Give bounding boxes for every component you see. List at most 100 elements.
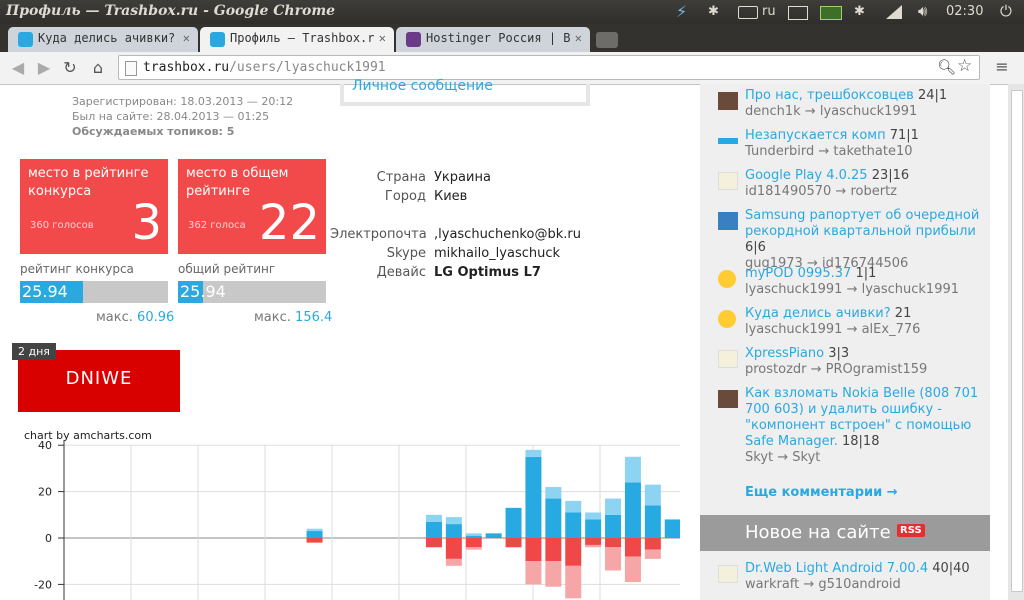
avatar-icon: [718, 390, 738, 408]
tab-strip: Куда делись ачивки? ✕ Профиль — Trashbox…: [0, 24, 1024, 52]
app-icon: [718, 172, 738, 190]
battery-icon[interactable]: [820, 6, 842, 20]
bar-positive: [565, 512, 582, 538]
skype-value: mikhailo_lyaschuck: [434, 246, 561, 261]
bar-positive-light: [525, 449, 542, 457]
reload-icon[interactable]: ↻: [60, 58, 80, 77]
bluetooth-icon[interactable]: ✱: [708, 4, 719, 19]
search-icon[interactable]: 🔍︎: [937, 58, 956, 76]
volume-icon[interactable]: 🔊︎: [918, 2, 927, 20]
new-item-title: Dr.Web Light Android 7.00.4 40|40 warkraf…: [745, 561, 985, 593]
browser-toolbar: ◀ ▶ ↻ ⌂ trashbox.ru/users/lyaschuck1991 …: [0, 52, 1024, 85]
language-indicator[interactable]: ru: [762, 4, 776, 19]
bar-positive: [525, 456, 542, 538]
topics-count: Обсуждаемых топиков: 5: [72, 125, 235, 138]
trashbox-icon: [210, 32, 225, 47]
comment-meta: dench1k → lyaschuck1991: [745, 104, 918, 119]
contest-rating-card: место в рейтинге конкурса 360 голосов 3: [20, 159, 168, 254]
bluetooth-icon[interactable]: ✱: [854, 4, 865, 19]
comment-title: myPOD 0995.37 1|1 lyaschuck1991 → lyaschu…: [745, 266, 985, 298]
bar-negative-light: [565, 565, 582, 599]
url-domain: trashbox.ru: [143, 60, 230, 75]
device-value[interactable]: LG Optimus L7: [434, 265, 541, 280]
bolt-icon[interactable]: ⚡: [676, 2, 687, 21]
bar-negative: [565, 538, 582, 566]
scrollbar[interactable]: [1008, 84, 1024, 600]
comment-link[interactable]: myPOD 0995.37: [745, 266, 851, 281]
city-label: Город: [384, 189, 426, 204]
comment-link[interactable]: XpressPiano: [745, 346, 824, 361]
bar-negative-light: [624, 556, 641, 583]
total-place: 22: [258, 195, 320, 251]
contest-rating-caption: рейтинг конкурса: [20, 262, 134, 276]
comment-link[interactable]: Samsung рапортует об очередной рекордной…: [745, 208, 979, 239]
close-icon[interactable]: ✕: [379, 31, 386, 45]
menu-icon[interactable]: ≡: [992, 57, 1012, 76]
comment-meta: lyaschuck1991 → lyaschuck1991: [745, 282, 960, 297]
star-icon[interactable]: ☆: [957, 56, 972, 76]
close-icon[interactable]: ✕: [183, 31, 190, 45]
country-label: Страна: [376, 170, 426, 185]
bar-negative: [465, 538, 482, 548]
y-tick-label: -20: [34, 578, 52, 591]
tab-hostinger[interactable]: Hostinger Россия | В ✕: [396, 27, 590, 52]
registered-date: Зарегистрирован: 18.03.2013 — 20:12: [72, 95, 294, 108]
bar-positive: [505, 507, 522, 538]
comment-title: Samsung рапортует об очередной рекордной…: [745, 208, 985, 272]
bar-positive: [485, 533, 502, 538]
back-icon[interactable]: ◀: [8, 58, 28, 77]
comment-link[interactable]: Google Play 4.0.25: [745, 168, 868, 183]
address-bar[interactable]: trashbox.ru/users/lyaschuck1991 🔍︎ ☆: [118, 55, 980, 80]
bar-negative: [505, 538, 522, 548]
contest-votes: 360 голосов: [30, 220, 94, 231]
app-icon: [718, 350, 738, 368]
signal-icon[interactable]: [886, 5, 902, 19]
new-tab-button[interactable]: [596, 32, 618, 48]
tab-profile[interactable]: Профиль — Trashbox.r ✕: [200, 27, 394, 52]
tab-label: Hostinger Россия | В: [426, 31, 571, 45]
y-tick-label: 20: [38, 486, 52, 499]
new-item-link[interactable]: Dr.Web Light Android 7.00.4: [745, 561, 928, 576]
power-icon[interactable]: ⏻: [1000, 2, 1012, 20]
bar-positive-light: [465, 533, 482, 536]
close-icon[interactable]: ✕: [575, 31, 582, 45]
comment-count: 6|6: [745, 240, 766, 255]
new-item-meta: warkraft → g510android: [745, 577, 901, 592]
total-rating-bar: 25.94: [178, 281, 326, 303]
contest-rating-bar: 25.94: [20, 281, 168, 303]
keyboard-icon[interactable]: [738, 6, 758, 19]
comment-link[interactable]: Куда делись ачивки?: [745, 306, 891, 321]
private-message-link[interactable]: Личное сообщение: [352, 78, 493, 94]
home-icon[interactable]: ⌂: [88, 58, 108, 77]
comment-link[interactable]: Про нас, трешбоксовцев: [745, 88, 914, 103]
comment-count: 21: [894, 306, 912, 321]
tab-label: Куда делись ачивки?: [38, 31, 176, 45]
comment-title: Куда делись ачивки? 21 lyaschuck1991 → al…: [745, 306, 985, 338]
total-max-label: макс.: [254, 310, 291, 325]
scrollbar-thumb[interactable]: [1011, 90, 1023, 592]
comment-meta: Skyt → Skyt: [745, 450, 821, 465]
bar-negative-light: [545, 561, 562, 587]
rss-icon[interactable]: RSS: [897, 524, 925, 537]
bar-negative-light: [644, 549, 661, 559]
more-comments-link[interactable]: Еще комментарии →: [745, 485, 898, 500]
tab-achievements[interactable]: Куда делись ачивки? ✕: [8, 27, 198, 52]
forward-icon[interactable]: ▶: [34, 58, 54, 77]
email-value: ,lyaschuchenko@bk.ru: [434, 227, 581, 242]
bar-positive-light: [545, 486, 562, 499]
clock[interactable]: 02:30: [946, 4, 983, 19]
activity-chart: 40 20 0 -20: [34, 440, 680, 600]
hostinger-icon: [406, 32, 421, 47]
bar-positive: [605, 514, 622, 538]
comment-link[interactable]: Незапускается комп: [745, 128, 886, 143]
bar-negative-light: [605, 547, 622, 571]
new-item-count: 40|40: [932, 561, 970, 576]
last-seen: Был на сайте: 28.04.2013 — 01:25: [72, 110, 270, 123]
mail-icon[interactable]: [788, 6, 808, 20]
comment-title: Как взломать Nokia Belle (808 701 700 60…: [745, 386, 985, 466]
total-rating-value: 25.94: [180, 282, 226, 301]
comment-meta: prostozdr → PROgramist159: [745, 362, 928, 377]
comment-meta: lyaschuck1991 → alEx_776: [745, 322, 921, 337]
private-message-box: Личное сообщение: [340, 78, 590, 106]
comment-title: Про нас, трешбоксовцев 24|1 dench1k → lya…: [745, 88, 985, 120]
